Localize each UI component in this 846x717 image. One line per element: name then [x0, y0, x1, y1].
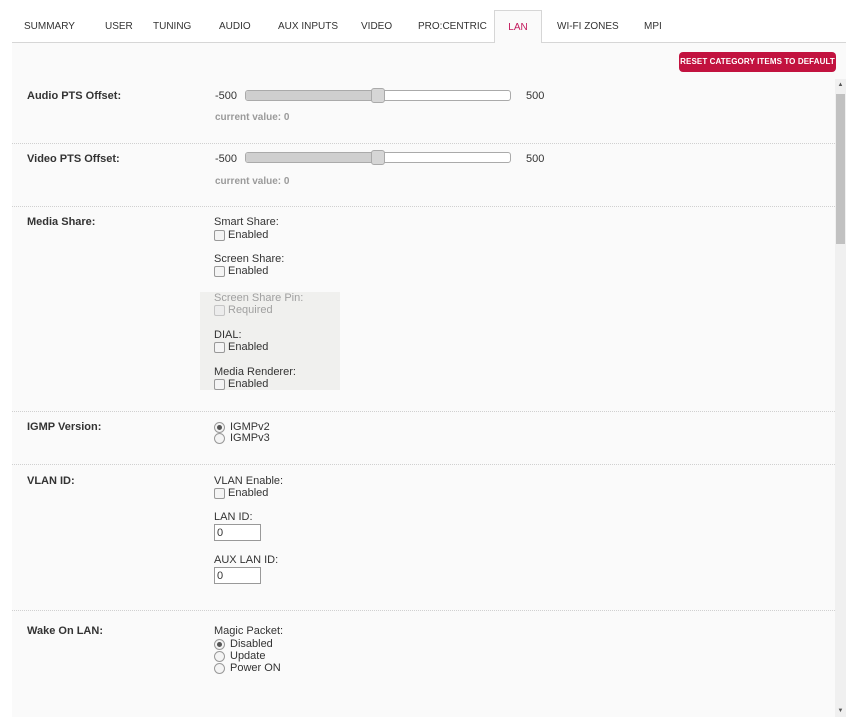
magic-packet-power-on-radio[interactable]	[214, 662, 225, 674]
tab-bar: SUMMARY USER TUNING AUDIO AUX INPUTS VID…	[12, 10, 846, 44]
audio-pts-current-value: current value: 0	[215, 112, 290, 123]
aux-lan-id-label: AUX LAN ID:	[214, 554, 279, 566]
smart-share-checkbox-row[interactable]: Enabled	[214, 229, 268, 241]
igmpv3-radio-row[interactable]: IGMPv3	[214, 432, 270, 444]
magic-packet-label: Magic Packet:	[214, 625, 284, 637]
video-pts-slider[interactable]	[245, 150, 511, 165]
screen-share-pin-checkbox-row: Required	[214, 304, 273, 316]
scroll-down-icon[interactable]: ▼	[835, 705, 846, 717]
screen-share-pin-checkbox	[214, 304, 225, 316]
vertical-scrollbar[interactable]: ▲ ▼	[835, 79, 846, 717]
vlan-id-label: VLAN ID:	[27, 475, 75, 487]
vlan-enable-checkbox-row[interactable]: Enabled	[214, 487, 268, 499]
magic-packet-disabled-radio[interactable]	[214, 638, 225, 650]
divider	[12, 464, 835, 465]
lan-id-label: LAN ID:	[214, 511, 253, 523]
magic-packet-power-on-radio-row[interactable]: Power ON	[214, 662, 281, 674]
tab-aux-inputs[interactable]: AUX INPUTS	[278, 10, 338, 43]
dial-checkbox[interactable]	[214, 341, 225, 353]
audio-pts-slider-handle[interactable]	[371, 88, 385, 103]
media-renderer-label: Media Renderer:	[214, 366, 296, 378]
aux-lan-id-input[interactable]	[214, 567, 261, 584]
screen-share-pin-label: Screen Share Pin:	[214, 292, 304, 304]
lan-id-input[interactable]	[214, 524, 261, 541]
dial-option: Enabled	[228, 341, 269, 353]
media-renderer-option: Enabled	[228, 378, 269, 390]
smart-share-checkbox[interactable]	[214, 229, 225, 241]
audio-pts-slider-fill	[246, 91, 378, 100]
video-pts-slider-fill	[246, 153, 378, 162]
tab-video[interactable]: VIDEO	[361, 10, 392, 43]
audio-pts-max-label: 500	[526, 90, 545, 102]
vlan-enable-label: VLAN Enable:	[214, 475, 284, 487]
tab-summary[interactable]: SUMMARY	[24, 10, 75, 43]
video-pts-offset-label: Video PTS Offset:	[27, 153, 120, 165]
tab-audio[interactable]: AUDIO	[219, 10, 251, 43]
divider	[12, 206, 835, 207]
divider	[12, 411, 835, 412]
igmpv2-radio[interactable]	[214, 421, 225, 433]
scroll-up-icon[interactable]: ▲	[835, 79, 846, 91]
screen-share-checkbox[interactable]	[214, 265, 225, 277]
screen-share-label: Screen Share:	[214, 253, 285, 265]
magic-packet-disabled-radio-row[interactable]: Disabled	[214, 638, 273, 650]
audio-pts-offset-label: Audio PTS Offset:	[27, 90, 122, 102]
video-pts-current-value: current value: 0	[215, 176, 290, 187]
divider	[12, 143, 835, 144]
divider	[12, 610, 835, 611]
video-pts-slider-handle[interactable]	[371, 150, 385, 165]
tab-pro-centric[interactable]: PRO:CENTRIC	[418, 10, 487, 43]
audio-pts-slider[interactable]	[245, 88, 511, 103]
media-renderer-checkbox-row[interactable]: Enabled	[214, 378, 268, 390]
wake-on-lan-label: Wake On LAN:	[27, 625, 103, 637]
media-share-label: Media Share:	[27, 216, 96, 228]
igmpv3-option: IGMPv3	[230, 432, 270, 444]
tab-tuning[interactable]: TUNING	[153, 10, 191, 43]
screen-share-option: Enabled	[228, 265, 269, 277]
settings-panel: RESET CATEGORY ITEMS TO DEFAULT Audio PT…	[12, 43, 846, 717]
vlan-enable-option: Enabled	[228, 487, 269, 499]
smart-share-option: Enabled	[228, 229, 269, 241]
tab-lan[interactable]: LAN	[494, 10, 542, 44]
dial-checkbox-row[interactable]: Enabled	[214, 341, 268, 353]
reset-category-button[interactable]: RESET CATEGORY ITEMS TO DEFAULT	[679, 52, 836, 72]
scrollbar-thumb[interactable]	[836, 94, 845, 244]
screen-share-pin-option: Required	[228, 304, 273, 316]
magic-packet-update-radio[interactable]	[214, 650, 225, 662]
magic-packet-power-on-option: Power ON	[230, 662, 281, 674]
tab-wi-fi-zones[interactable]: WI-FI ZONES	[557, 10, 619, 43]
tab-mpi[interactable]: MPI	[644, 10, 662, 43]
video-pts-min-label: -500	[215, 153, 238, 165]
magic-packet-update-radio-row[interactable]: Update	[214, 650, 265, 662]
magic-packet-update-option: Update	[230, 650, 266, 662]
vlan-enable-checkbox[interactable]	[214, 487, 225, 499]
magic-packet-disabled-option: Disabled	[230, 638, 273, 650]
igmpv3-radio[interactable]	[214, 432, 225, 444]
media-renderer-checkbox[interactable]	[214, 378, 225, 390]
screen-share-checkbox-row[interactable]: Enabled	[214, 265, 268, 277]
dial-label: DIAL:	[214, 329, 242, 341]
igmp-version-label: IGMP Version:	[27, 421, 102, 433]
smart-share-label: Smart Share:	[214, 216, 279, 228]
video-pts-max-label: 500	[526, 153, 545, 165]
tab-user[interactable]: USER	[105, 10, 133, 43]
audio-pts-min-label: -500	[215, 90, 238, 102]
